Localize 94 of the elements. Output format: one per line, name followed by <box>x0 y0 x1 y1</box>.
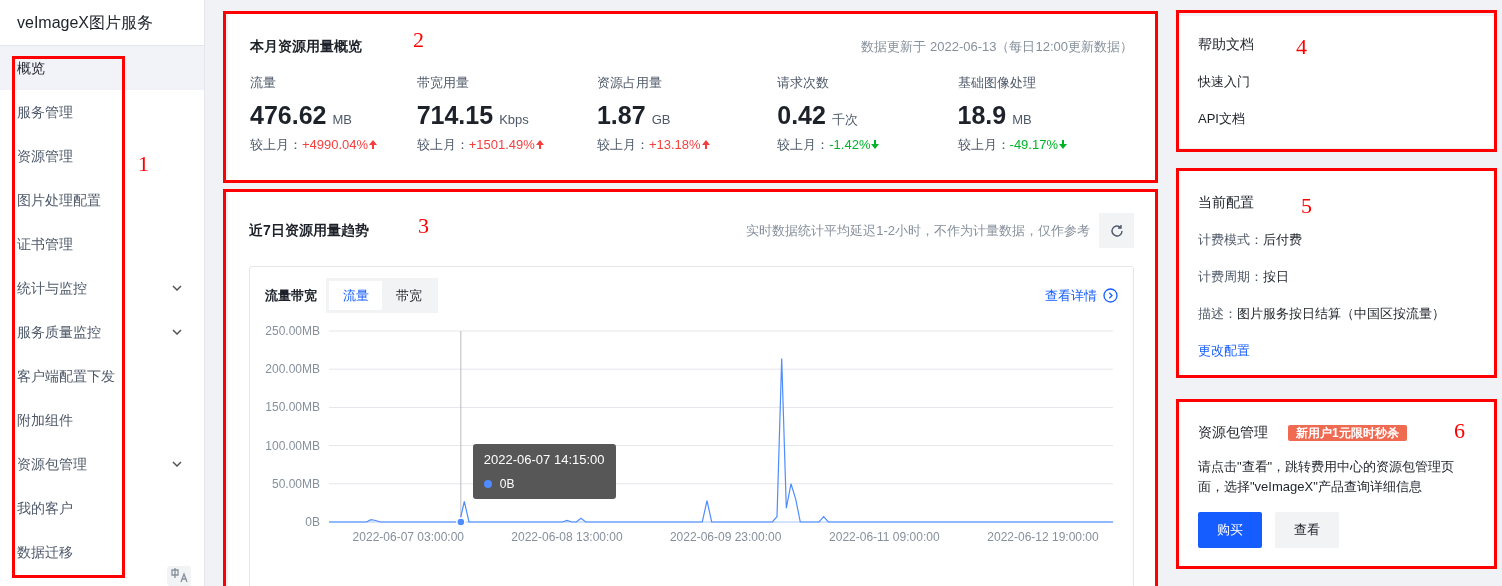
metric-value: 476.62 <box>250 99 327 131</box>
metric-value: 1.87 <box>596 99 646 131</box>
change-label: 较上月： <box>416 135 469 154</box>
annotation-number: 5 <box>1301 195 1312 217</box>
language-icon[interactable] <box>167 566 191 586</box>
promo-badge: 新用户1元限时秒杀 <box>1288 424 1407 441</box>
sidebar-item[interactable]: 服务管理 <box>17 101 73 123</box>
config-value: 图片服务按日结算（中国区按流量） <box>1237 305 1445 322</box>
panel-title: 近7日资源用量趋势 <box>249 221 369 240</box>
change-value: +13.18% <box>648 135 701 154</box>
metric-label: 资源占用量 <box>596 74 663 92</box>
tooltip-time: 2022-06-07 14:15:00 <box>483 453 605 466</box>
panel-title: 当前配置 <box>1198 194 1254 211</box>
panel-title: 资源包管理 <box>1198 423 1268 442</box>
metric-label: 带宽用量 <box>416 74 470 92</box>
change-label: 较上月： <box>777 135 830 154</box>
metric-label: 基础图像处理 <box>957 74 1037 92</box>
package-description: 请点击"查看"，跳转费用中心的资源包管理页面，选择"veImageX"产品查询详细信息 <box>1198 458 1456 496</box>
buy-button[interactable]: 购买 <box>1198 512 1262 548</box>
sidebar-item[interactable]: 图片处理配置 <box>17 189 101 211</box>
change-value: -49.17% <box>1009 135 1058 154</box>
config-label: 计费模式： <box>1198 231 1263 248</box>
axis-tick-label: 2022-06-09 23:00:00 <box>669 530 782 544</box>
axis-tick-label: 250.00MB <box>265 324 320 338</box>
config-value: 后付费 <box>1263 231 1302 248</box>
view-button[interactable]: 查看 <box>1275 512 1339 548</box>
tooltip-value: 0B <box>499 478 515 490</box>
axis-tick-label: 2022-06-12 19:00:00 <box>987 530 1099 544</box>
annotation-number: 4 <box>1296 36 1307 58</box>
details-link[interactable]: 查看详情 <box>1045 285 1118 306</box>
metric-unit: 千次 <box>831 110 858 129</box>
metric-unit: Kbps <box>499 110 529 129</box>
sidebar-item[interactable]: 资源包管理 <box>17 453 87 475</box>
change-value: +4990.04% <box>302 135 369 154</box>
metric-value: 0.42 <box>777 99 826 131</box>
axis-tick-label: 150.00MB <box>265 400 320 415</box>
change-label: 较上月： <box>250 135 302 154</box>
tab[interactable]: 带宽 <box>382 281 435 310</box>
up-arrow-icon <box>700 138 711 150</box>
card-title: 流量带宽 <box>265 286 317 305</box>
refresh-button[interactable] <box>1099 213 1134 248</box>
hover-point <box>456 517 466 527</box>
annotation-number: 2 <box>413 29 424 51</box>
metric-unit: MB <box>1012 110 1032 129</box>
chevron-down-icon <box>172 329 182 335</box>
axis-tick-label: 200.00MB <box>265 362 320 377</box>
sidebar-item[interactable]: 服务质量监控 <box>17 321 101 343</box>
chevron-down-icon <box>172 461 182 467</box>
refresh-icon <box>1109 223 1124 238</box>
change-value: +1501.49% <box>468 135 535 154</box>
sidebar-item[interactable]: 数据迁移 <box>17 541 73 563</box>
config-label: 描述： <box>1198 305 1237 322</box>
sidebar-item[interactable]: 资源管理 <box>17 145 73 167</box>
tab[interactable]: 流量 <box>329 281 382 310</box>
annotation-number: 1 <box>138 153 149 175</box>
help-link[interactable]: API文档 <box>1198 110 1245 127</box>
panel-title: 本月资源用量概览 <box>250 37 362 56</box>
change-config-link[interactable]: 更改配置 <box>1198 342 1250 359</box>
axis-tick-label: 50.00MB <box>271 476 320 491</box>
up-arrow-icon <box>534 138 545 150</box>
sidebar-item[interactable]: 概览 <box>17 57 45 79</box>
config-value: 按日 <box>1263 268 1289 285</box>
delay-note: 实时数据统计平均延迟1-2小时，不作为计量数据，仅作参考 <box>746 221 1090 240</box>
change-label: 较上月： <box>957 135 1010 154</box>
help-link[interactable]: 快速入门 <box>1198 73 1250 90</box>
update-note: 数据更新于 2022-06-13（每日12:00更新数据） <box>861 37 1133 56</box>
axis-tick-label: 100.00MB <box>265 438 320 453</box>
chevron-circle-icon <box>1103 288 1118 303</box>
down-arrow-icon <box>870 138 881 150</box>
annotation-number: 6 <box>1454 420 1465 442</box>
sidebar-item[interactable]: 统计与监控 <box>17 277 87 299</box>
sidebar-item[interactable]: 我的客户 <box>17 497 73 519</box>
sidebar-item[interactable]: 客户端配置下发 <box>17 365 115 387</box>
config-label: 计费周期： <box>1198 268 1263 285</box>
sidebar-item[interactable]: 证书管理 <box>17 233 73 255</box>
change-value: -1.42% <box>829 135 871 154</box>
axis-tick-label: 2022-06-08 13:00:00 <box>511 530 623 544</box>
sidebar-item[interactable]: 附加组件 <box>17 409 73 431</box>
down-arrow-icon <box>1057 138 1068 150</box>
change-label: 较上月： <box>596 135 649 154</box>
panel-title: 帮助文档 <box>1198 36 1254 53</box>
metric-label: 流量 <box>250 74 277 92</box>
metric-value: 714.15 <box>416 99 494 131</box>
metric-unit: MB <box>332 110 352 129</box>
axis-tick-label: 2022-06-11 09:00:00 <box>829 530 940 544</box>
annotation-number: 3 <box>418 215 429 237</box>
metric-value: 18.9 <box>957 99 1007 131</box>
metric-unit: GB <box>651 110 671 129</box>
app-title: veImageX图片服务 <box>17 12 154 33</box>
axis-tick-label: 0B <box>305 515 320 529</box>
chevron-down-icon <box>172 285 182 291</box>
axis-tick-label: 2022-06-07 03:00:00 <box>352 530 465 544</box>
up-arrow-icon <box>368 138 379 150</box>
metric-label: 请求次数 <box>777 74 831 92</box>
